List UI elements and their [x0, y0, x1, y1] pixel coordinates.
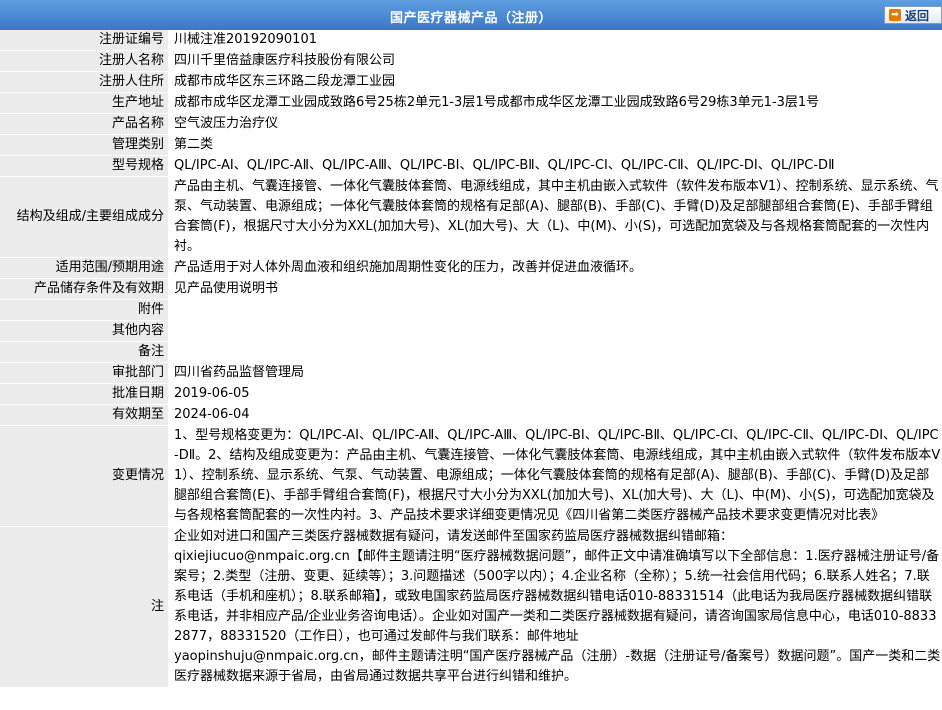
row-registrant: 注册人名称 四川千里倍益康医疗科技股份有限公司 — [0, 50, 942, 72]
expire-date-value: 2024-06-04 — [168, 404, 942, 426]
detail-table: 注册证编号 川械注准20192090101 注册人名称 四川千里倍益康医疗科技股… — [0, 30, 942, 688]
storage-value: 见产品使用说明书 — [168, 278, 942, 300]
row-scope: 适用范围/预期用途 产品适用于对人体外周血液和组织施加周期性变化的压力，改善并促… — [0, 257, 942, 279]
row-attachment: 附件 — [0, 299, 942, 321]
registrant-value: 四川千里倍益康医疗科技股份有限公司 — [168, 50, 942, 72]
back-arrow-icon: ➡ — [889, 9, 901, 21]
model-label: 型号规格 — [0, 155, 168, 177]
row-dept: 审批部门 四川省药品监督管理局 — [0, 362, 942, 384]
row-note: 注 企业如对进口和国产三类医疗器械数据有疑问，请发送邮件至国家药监局医疗器械数据… — [0, 526, 942, 688]
remarks-value — [168, 341, 942, 363]
changes-value: 1、型号规格变更为：QL/IPC-AⅠ、QL/IPC-AⅡ、QL/IPC-AⅢ、… — [168, 425, 942, 527]
category-label: 管理类别 — [0, 134, 168, 156]
detail-page: 国产医疗器械产品（注册） ➡ 返回 注册证编号 川械注准20192090101 … — [0, 0, 942, 710]
row-product-name: 产品名称 空气波压力治疗仪 — [0, 113, 942, 135]
expire-date-label: 有效期至 — [0, 404, 168, 426]
attachment-label: 附件 — [0, 299, 168, 321]
other-value — [168, 320, 942, 342]
address-label: 注册人住所 — [0, 71, 168, 93]
row-storage: 产品储存条件及有效期 见产品使用说明书 — [0, 278, 942, 300]
structure-label: 结构及组成/主要组成成分 — [0, 176, 168, 258]
product-name-value: 空气波压力治疗仪 — [168, 113, 942, 135]
note-label: 注 — [0, 526, 168, 688]
row-other: 其他内容 — [0, 320, 942, 342]
other-label: 其他内容 — [0, 320, 168, 342]
back-button-label: 返回 — [905, 8, 930, 23]
approve-date-label: 批准日期 — [0, 383, 168, 405]
row-changes: 变更情况 1、型号规格变更为：QL/IPC-AⅠ、QL/IPC-AⅡ、QL/IP… — [0, 425, 942, 527]
address-value: 成都市成华区东三环路二段龙潭工业园 — [168, 71, 942, 93]
registrant-label: 注册人名称 — [0, 50, 168, 72]
row-production: 生产地址 成都市成华区龙潭工业园成致路6号25栋2单元1-3层1号成都市成华区龙… — [0, 92, 942, 114]
dept-label: 审批部门 — [0, 362, 168, 384]
dept-value: 四川省药品监督管理局 — [168, 362, 942, 384]
row-category: 管理类别 第二类 — [0, 134, 942, 156]
correction-email-link[interactable]: qixiejiucuo@nmpaic.org.cn — [174, 549, 350, 564]
structure-value: 产品由主机、气囊连接管、一体化气囊肢体套筒、电源线组成，其中主机由嵌入式软件（软… — [168, 176, 942, 258]
scope-label: 适用范围/预期用途 — [0, 257, 168, 279]
row-expire-date: 有效期至 2024-06-04 — [0, 404, 942, 426]
reg-no-label: 注册证编号 — [0, 30, 168, 51]
row-address: 注册人住所 成都市成华区东三环路二段龙潭工业园 — [0, 71, 942, 93]
scope-value: 产品适用于对人体外周血液和组织施加周期性变化的压力，改善并促进血液循环。 — [168, 257, 942, 279]
row-reg-no: 注册证编号 川械注准20192090101 — [0, 30, 942, 51]
row-model: 型号规格 QL/IPC-AⅠ、QL/IPC-AⅡ、QL/IPC-AⅢ、QL/IP… — [0, 155, 942, 177]
changes-label: 变更情况 — [0, 425, 168, 527]
product-name-label: 产品名称 — [0, 113, 168, 135]
row-remarks: 备注 — [0, 341, 942, 363]
title-bar: 国产医疗器械产品（注册） ➡ 返回 — [0, 0, 942, 30]
row-approve-date: 批准日期 2019-06-05 — [0, 383, 942, 405]
remarks-label: 备注 — [0, 341, 168, 363]
note-value: 企业如对进口和国产三类医疗器械数据有疑问，请发送邮件至国家药监局医疗器械数据纠错… — [168, 526, 942, 688]
note-text-1: 企业如对进口和国产三类医疗器械数据有疑问，请发送邮件至国家药监局医疗器械数据纠错… — [174, 529, 734, 544]
back-button[interactable]: ➡ 返回 — [884, 6, 942, 24]
model-value: QL/IPC-AⅠ、QL/IPC-AⅡ、QL/IPC-AⅢ、QL/IPC-BⅠ、… — [168, 155, 942, 177]
row-structure: 结构及组成/主要组成成分 产品由主机、气囊连接管、一体化气囊肢体套筒、电源线组成… — [0, 176, 942, 258]
storage-label: 产品储存条件及有效期 — [0, 278, 168, 300]
reg-no-value: 川械注准20192090101 — [168, 30, 942, 51]
category-value: 第二类 — [168, 134, 942, 156]
production-label: 生产地址 — [0, 92, 168, 114]
approve-date-value: 2019-06-05 — [168, 383, 942, 405]
data-email-link[interactable]: yaopinshuju@nmpaic.org.cn — [174, 649, 359, 664]
production-value: 成都市成华区龙潭工业园成致路6号25栋2单元1-3层1号成都市成华区龙潭工业园成… — [168, 92, 942, 114]
production-text: 成都市成华区龙潭工业园成致路6号25栋2单元1-3层1号成都市成华区龙潭工业园成… — [174, 95, 820, 110]
attachment-value — [168, 299, 942, 321]
page-title: 国产医疗器械产品（注册） — [389, 11, 552, 26]
